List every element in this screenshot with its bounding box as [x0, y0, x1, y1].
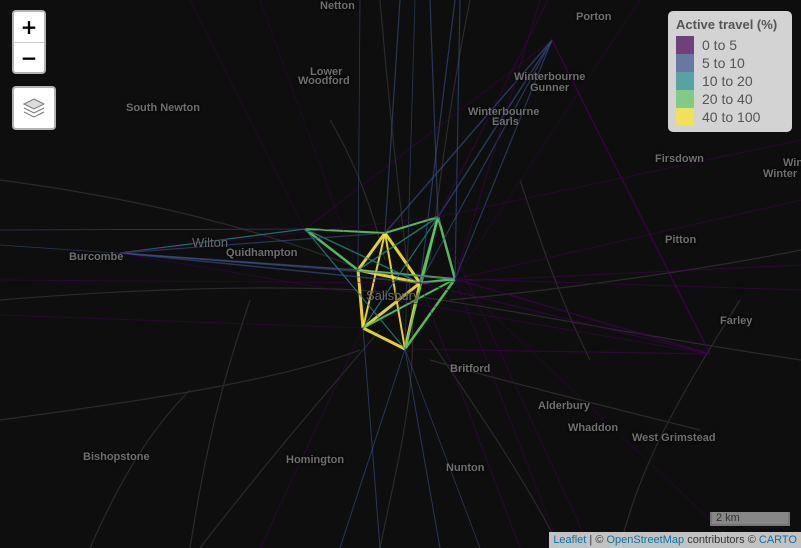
legend-swatch [676, 108, 694, 126]
legend-item: 5 to 10 [676, 54, 784, 72]
legend-swatch [676, 36, 694, 54]
place-label: Burcombe [69, 251, 124, 263]
zoom-out-button[interactable]: − [14, 42, 44, 72]
zoom-control: + − [12, 10, 46, 74]
place-label: Firsdown [655, 153, 704, 165]
place-label: Wins [783, 157, 801, 169]
legend-title: Active travel (%) [676, 17, 778, 32]
place-label: Woodford [298, 75, 350, 87]
place-label: Winter [763, 168, 798, 180]
legend-item: 0 to 5 [676, 36, 784, 54]
place-label: Porton [576, 11, 612, 23]
place-label: Salisbury [366, 288, 420, 303]
attribution: Leaflet | © OpenStreetMap contributors ©… [549, 532, 801, 548]
place-label: Bishopstone [83, 451, 150, 463]
leaflet-link[interactable]: Leaflet [553, 534, 586, 546]
legend-label: 0 to 5 [702, 37, 738, 53]
place-label: South Newton [126, 102, 200, 114]
legend-label: 10 to 20 [702, 73, 753, 89]
place-label: Alderbury [538, 400, 590, 412]
osm-link[interactable]: OpenStreetMap [606, 534, 684, 546]
legend-label: 20 to 40 [702, 91, 753, 107]
place-label: Farley [720, 315, 753, 327]
legend: Active travel (%) 0 to 5 5 to 10 10 to 20 2… [668, 11, 792, 132]
layers-button[interactable] [12, 86, 56, 130]
place-label: Britford [450, 363, 491, 375]
legend-label: 5 to 10 [702, 55, 745, 71]
place-label: Gunner [530, 82, 570, 94]
layers-icon [22, 98, 46, 118]
place-label: Homington [286, 454, 345, 466]
legend-swatch [676, 72, 694, 90]
place-label: Netton [320, 0, 355, 12]
legend-item: 10 to 20 [676, 72, 784, 90]
legend-item: 40 to 100 [676, 108, 784, 126]
legend-swatch [676, 90, 694, 108]
place-label: Pitton [665, 234, 697, 246]
zoom-in-button[interactable]: + [14, 12, 44, 42]
legend-swatch [676, 54, 694, 72]
legend-item: 20 to 40 [676, 90, 784, 108]
place-label: Quidhampton [226, 247, 298, 259]
attribution-mid: contributors © [684, 534, 759, 546]
legend-label: 40 to 100 [702, 109, 761, 125]
place-label: Nunton [446, 462, 485, 474]
place-label: Earls [492, 116, 519, 128]
attribution-sep: | © [586, 534, 607, 546]
place-label: Wilton [192, 235, 229, 250]
place-label: West Grimstead [632, 432, 716, 444]
place-label: Whaddon [568, 422, 619, 434]
carto-link[interactable]: CARTO [759, 534, 797, 546]
scale-bar: 2 km [710, 512, 790, 526]
